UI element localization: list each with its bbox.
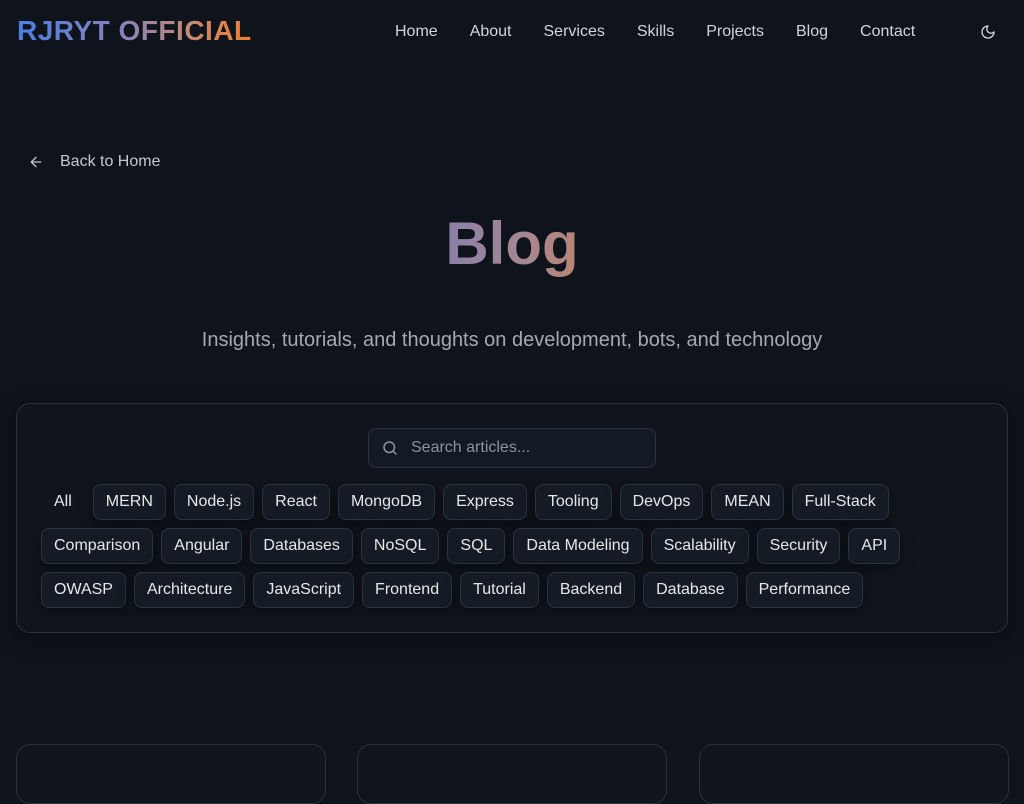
site-header: RJRYT OFFICIAL Home About Services Skill… — [0, 0, 1024, 64]
tag-nosql[interactable]: NoSQL — [360, 528, 440, 564]
tag-javascript[interactable]: JavaScript — [253, 572, 355, 608]
tag-comparison[interactable]: Comparison — [41, 528, 154, 564]
logo-part-2: OFFICIAL — [118, 15, 252, 46]
tag-tooling[interactable]: Tooling — [534, 484, 612, 520]
tag-devops[interactable]: DevOps — [619, 484, 704, 520]
main-nav: Home About Services Skills Projects Blog… — [379, 20, 931, 44]
tag-react[interactable]: React — [262, 484, 330, 520]
tag-backend[interactable]: Backend — [546, 572, 636, 608]
logo-part-1: RJRYT — [17, 15, 111, 46]
moon-icon — [981, 25, 995, 39]
tag-angular[interactable]: Angular — [161, 528, 243, 564]
nav-skills[interactable]: Skills — [621, 20, 690, 44]
blog-post-card[interactable] — [357, 744, 667, 804]
nav-blog[interactable]: Blog — [780, 20, 844, 44]
tag-mongodb[interactable]: MongoDB — [337, 484, 436, 520]
nav-projects[interactable]: Projects — [690, 20, 780, 44]
tag-express[interactable]: Express — [443, 484, 527, 520]
filter-panel: All MERN Node.js React MongoDB Express T… — [16, 403, 1008, 633]
page-subtitle: Insights, tutorials, and thoughts on dev… — [201, 329, 823, 351]
site-logo[interactable]: RJRYT OFFICIAL — [17, 15, 252, 47]
tag-mean[interactable]: MEAN — [711, 484, 784, 520]
arrow-left-icon — [28, 154, 44, 170]
tag-all[interactable]: All — [41, 484, 85, 520]
tag-databases[interactable]: Databases — [250, 528, 353, 564]
nav-about[interactable]: About — [454, 20, 528, 44]
tag-scalability[interactable]: Scalability — [650, 528, 749, 564]
back-to-home-link[interactable]: Back to Home — [28, 150, 160, 174]
page-title: Blog — [445, 210, 579, 277]
tag-owasp[interactable]: OWASP — [41, 572, 126, 608]
tag-security[interactable]: Security — [756, 528, 841, 564]
tag-database[interactable]: Database — [643, 572, 738, 608]
tag-api[interactable]: API — [848, 528, 901, 564]
theme-toggle-button[interactable] — [972, 16, 1004, 48]
tag-full-stack[interactable]: Full-Stack — [791, 484, 889, 520]
nav-home[interactable]: Home — [379, 20, 454, 44]
tag-data-modeling[interactable]: Data Modeling — [513, 528, 643, 564]
tag-mern[interactable]: MERN — [92, 484, 166, 520]
blog-post-card[interactable] — [16, 744, 326, 804]
tag-nodejs[interactable]: Node.js — [173, 484, 255, 520]
nav-contact[interactable]: Contact — [844, 20, 931, 44]
tag-performance[interactable]: Performance — [745, 572, 864, 608]
tag-sql[interactable]: SQL — [447, 528, 506, 564]
search-box — [368, 428, 656, 468]
tag-filter-list: All MERN Node.js React MongoDB Express T… — [41, 484, 985, 608]
search-input[interactable] — [409, 438, 639, 458]
search-icon — [381, 439, 399, 457]
tag-frontend[interactable]: Frontend — [362, 572, 453, 608]
tag-architecture[interactable]: Architecture — [133, 572, 246, 608]
blog-post-card[interactable] — [699, 744, 1009, 804]
back-to-home-label: Back to Home — [60, 153, 161, 170]
nav-services[interactable]: Services — [528, 20, 621, 44]
tag-tutorial[interactable]: Tutorial — [460, 572, 539, 608]
